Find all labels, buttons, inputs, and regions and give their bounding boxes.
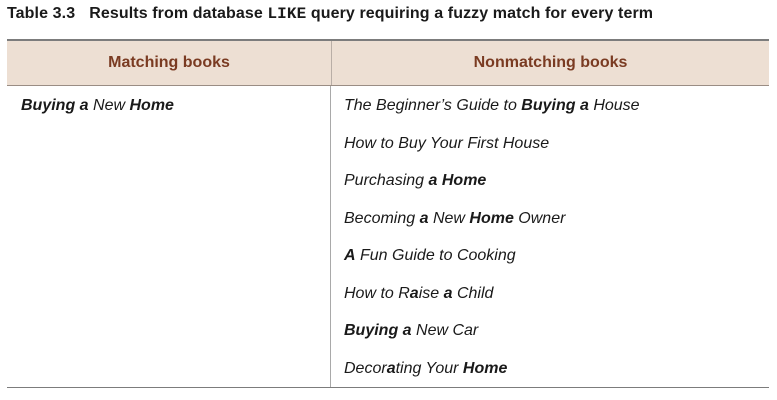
- matched-term: Buying: [521, 97, 576, 114]
- matched-term: a: [386, 359, 396, 377]
- title-text: Purchasing: [344, 172, 429, 189]
- caption-code: LIKE: [267, 5, 307, 23]
- nonmatching-book-title: Buying a New Car: [344, 321, 769, 359]
- title-text: How to R: [344, 284, 410, 302]
- title-text: Decor: [344, 359, 387, 377]
- matched-term: Buying: [344, 322, 399, 339]
- matched-term: a: [419, 209, 429, 227]
- title-text: How to Buy Your First House: [344, 134, 550, 152]
- caption-text-after: query requiring a fuzzy match for every …: [306, 5, 654, 22]
- nonmatching-book-title: Becoming a New Home Owner: [344, 209, 769, 247]
- title-text: Owner: [513, 209, 566, 227]
- header-nonmatching-books: Nonmatching books: [473, 54, 628, 71]
- title-text: House: [588, 97, 640, 114]
- table-body: Buying a New Home The Beginner’s Guide t…: [7, 86, 769, 388]
- header-matching-books: Matching books: [7, 41, 332, 85]
- matched-term: a: [443, 284, 453, 302]
- nonmatching-book-title: How to Raise a Child: [344, 284, 769, 322]
- caption-text-before: Results from database: [89, 5, 268, 22]
- nonmatching-book-title: Decorating Your Home: [344, 359, 769, 397]
- title-text: New Car: [411, 322, 479, 339]
- matched-term: Home: [469, 209, 514, 227]
- table-header-row: Matching books Nonmatching books: [7, 41, 769, 86]
- nonmatching-book-title: The Beginner’s Guide to Buying a House: [344, 96, 769, 134]
- table-caption: Table 3.3 Results from database LIKE quer…: [7, 5, 653, 23]
- nonmatching-book-title: Purchasing a Home: [344, 171, 769, 209]
- matched-term: a: [409, 284, 419, 302]
- matched-term: a: [79, 97, 89, 114]
- matched-term: a: [579, 97, 589, 114]
- matched-term: A: [344, 247, 356, 264]
- title-text: Fun Guide to Cooking: [355, 247, 516, 264]
- nonmatching-book-title: How to Buy Your First House: [344, 134, 769, 172]
- results-table: Matching books Nonmatching books Buying …: [7, 39, 769, 388]
- title-text: ise: [418, 284, 444, 302]
- matching-book-title: Buying a New Home: [21, 96, 330, 134]
- matched-term: a: [402, 322, 412, 339]
- title-text: New: [428, 209, 470, 227]
- title-text: New: [88, 97, 130, 114]
- matching-books-column: Buying a New Home: [7, 86, 331, 387]
- title-text: Becoming: [344, 209, 420, 227]
- title-text: ting Your: [395, 359, 463, 377]
- title-text: Child: [452, 284, 494, 302]
- caption-number: Table 3.3: [7, 5, 76, 22]
- matched-term: Buying: [21, 97, 76, 114]
- matched-term: Home: [462, 359, 508, 377]
- matched-term: Home: [129, 97, 174, 114]
- title-text: The Beginner’s Guide to: [344, 97, 522, 114]
- nonmatching-books-column: The Beginner’s Guide to Buying a House Ho…: [331, 86, 769, 387]
- nonmatching-book-title: A Fun Guide to Cooking: [344, 246, 769, 284]
- matched-term: Home: [441, 172, 487, 189]
